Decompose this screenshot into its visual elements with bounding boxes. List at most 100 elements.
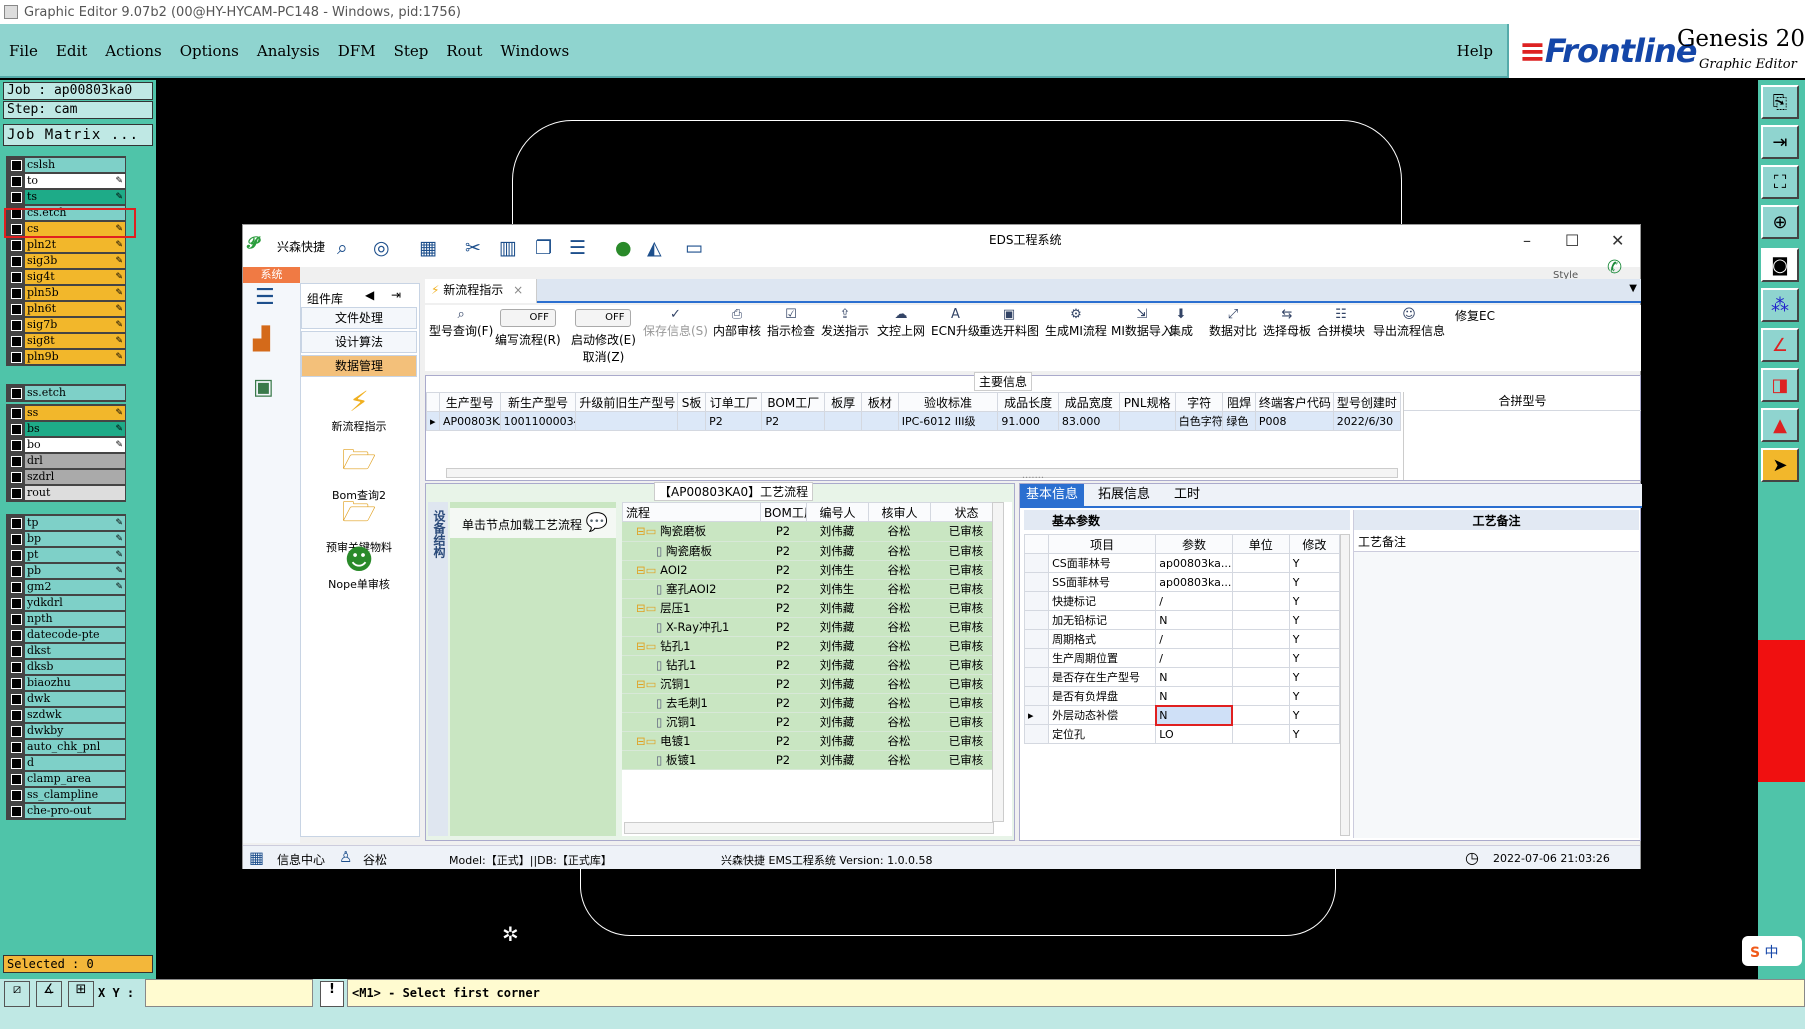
layer-row[interactable]: cs.etch [7, 205, 125, 221]
main-header-cell[interactable]: 成品宽度 [1057, 392, 1120, 412]
info-center-link[interactable]: 信息中心 [277, 851, 325, 868]
table-row[interactable]: 是否有负焊盘 N Y [1023, 686, 1341, 706]
table-row[interactable]: ⊟▭ 沉铜1 P2 刘伟藏 谷松 已审核 [622, 674, 1002, 694]
layer-checkbox[interactable] [11, 407, 22, 419]
layer-row[interactable]: auto_chk_pnl [7, 739, 125, 755]
layer-name[interactable]: ss ✎ [25, 406, 125, 420]
pointer-icon[interactable]: ➤ [1761, 448, 1799, 482]
main-cell[interactable] [824, 411, 862, 431]
main-header-cell[interactable]: 阻焊 [1222, 392, 1256, 412]
flow-node[interactable]: ⊟▭ 钻孔1 [622, 636, 760, 656]
menu-dfm[interactable]: DFM [329, 42, 385, 60]
toolbar-item-17[interactable]: 修复EC [1455, 307, 1495, 324]
table-row[interactable]: CS面菲林号 ap00803ka... Y [1023, 553, 1341, 573]
layer-checkbox[interactable] [11, 207, 22, 219]
layer-name[interactable]: szdwk [25, 708, 125, 722]
toolbar-item-14[interactable]: ⇆ 选择母板 [1263, 307, 1311, 339]
tab-new-flow[interactable]: ⚡ 新流程指示 × [425, 279, 537, 303]
toolbar-item-10[interactable]: ⚙ 生成MI流程 [1045, 307, 1107, 339]
main-cell[interactable] [1118, 411, 1176, 431]
menu-windows[interactable]: Windows [491, 42, 578, 60]
hamburger-icon[interactable]: ☰ [255, 285, 275, 310]
table-row[interactable]: 生产周期位置 / Y [1023, 648, 1341, 668]
phone-icon[interactable]: ✆ [1607, 257, 1622, 278]
layer-checkbox[interactable] [11, 239, 22, 251]
layer-checkbox[interactable] [11, 387, 22, 399]
toolbar-item-6[interactable]: ⇪ 发送指示 [821, 307, 869, 339]
flow-hscrollbar[interactable] [624, 822, 994, 834]
layer-checkbox[interactable] [11, 287, 22, 299]
off-switch[interactable]: OFF [499, 309, 556, 327]
menu-actions[interactable]: Actions [96, 42, 170, 60]
list-icon[interactable]: ☰ [569, 237, 586, 259]
main-cell[interactable]: 91.000 [997, 411, 1059, 431]
flow-node[interactable]: ⊟▭ 沉铜1 [622, 674, 760, 694]
layer-checkbox[interactable] [11, 159, 22, 171]
layer-row[interactable]: ss.etch [7, 385, 125, 401]
toolbar-item-4[interactable]: ⎙ 内部审核 [713, 307, 761, 339]
layer-checkbox[interactable] [11, 319, 22, 331]
layer-name[interactable]: dwkby [25, 724, 125, 738]
layer-row[interactable]: bs ✎ [7, 421, 125, 437]
chart-icon[interactable]: ◭ [647, 237, 662, 259]
layer-row[interactable]: to ✎ [7, 173, 125, 189]
layer-row[interactable]: ts ✎ [7, 189, 125, 205]
close-tab-icon[interactable]: × [513, 283, 523, 297]
factory-icon[interactable]: ▟ [253, 327, 270, 352]
monitor-icon[interactable]: ▭ [685, 237, 703, 259]
layer-row[interactable]: pln9b ✎ [7, 349, 125, 365]
flow-node[interactable]: ▯ 塞孔AOI2 [622, 579, 760, 599]
layer-row[interactable]: szdrl [7, 469, 125, 485]
layer-checkbox[interactable] [11, 271, 22, 283]
main-header-cell[interactable]: BOM工厂 [761, 392, 826, 412]
user-icon[interactable]: ● [615, 237, 632, 259]
table-row[interactable]: ▯ 板镀1 P2 刘伟藏 谷松 已审核 [622, 750, 1002, 770]
toolbar-item-13[interactable]: ⤢ 数据对比 [1209, 307, 1257, 339]
main-header-cell[interactable]: 字符 [1174, 392, 1224, 412]
layer-row[interactable]: ss ✎ [7, 405, 125, 421]
layer-checkbox[interactable] [11, 773, 22, 785]
table-row[interactable]: 定位孔 LO Y [1023, 724, 1341, 744]
measure-icon[interactable]: ∠ [1761, 328, 1799, 362]
layer-checkbox[interactable] [11, 455, 22, 467]
main-header-cell[interactable]: 成品长度 [997, 392, 1059, 412]
info-icon[interactable]: ! [320, 981, 344, 1007]
param-header-cell[interactable]: 项目 [1048, 534, 1157, 554]
nope-review-button[interactable]: ☻ Nope单审核 [313, 543, 405, 592]
layer-row[interactable]: ydkdrl [7, 595, 125, 611]
film-icon[interactable]: ▥ [499, 237, 517, 259]
job-matrix-button[interactable]: Job Matrix ... [3, 124, 153, 146]
layer-checkbox[interactable] [11, 439, 22, 451]
chevron-down-icon[interactable]: ▼ [1629, 283, 1637, 294]
layer-checkbox[interactable] [11, 629, 22, 641]
table-row[interactable]: ▸ 外层动态补偿 N Y [1023, 704, 1341, 726]
param-value-cell[interactable]: LO [1155, 724, 1233, 744]
layer-checkbox[interactable] [11, 517, 22, 529]
main-cell[interactable]: IPC-6012 III级 [897, 411, 999, 431]
layer-checkbox[interactable] [11, 223, 22, 235]
layer-name[interactable]: pln6t ✎ [25, 302, 125, 316]
main-cell[interactable] [677, 411, 707, 431]
toolbar-item-5[interactable]: ☑ 指示检查 [767, 307, 815, 339]
toolbar-toggle-2[interactable]: OFF 启动修改(E) 取消(Z) [571, 309, 636, 365]
layer-checkbox[interactable] [11, 741, 22, 753]
collapse-icon[interactable]: ◀ [365, 288, 374, 302]
main-header-cell[interactable]: 验收标准 [897, 392, 999, 412]
layer-checkbox[interactable] [11, 533, 22, 545]
table-row[interactable]: ▯ 钻孔1 P2 刘伟藏 谷松 已审核 [622, 655, 1002, 675]
layer-name[interactable]: pln2t ✎ [25, 238, 125, 252]
layer-name[interactable]: d [25, 756, 125, 770]
main-header-cell[interactable]: 新生产型号 [499, 392, 577, 412]
splitter[interactable]: ······· [425, 473, 1641, 484]
angle-tool-icon[interactable]: ∡ [36, 981, 62, 1007]
layer-row[interactable]: clamp_area [7, 771, 125, 787]
layer-row[interactable]: dkst [7, 643, 125, 659]
toolbar-item-9[interactable]: ▣ 重选开料图 [979, 307, 1039, 339]
layer-row[interactable]: sig7b ✎ [7, 317, 125, 333]
maximize-button[interactable]: ☐ [1565, 231, 1579, 250]
param-header-cell[interactable]: 参数 [1155, 534, 1233, 554]
table-row[interactable]: ⊟▭ 层压1 P2 刘伟藏 谷松 已审核 [622, 598, 1002, 618]
flow-node[interactable]: ▯ 沉铜1 [622, 712, 760, 732]
flow-node[interactable]: ⊟▭ 陶瓷磨板 [622, 522, 760, 542]
layer-row[interactable]: dwk [7, 691, 125, 707]
